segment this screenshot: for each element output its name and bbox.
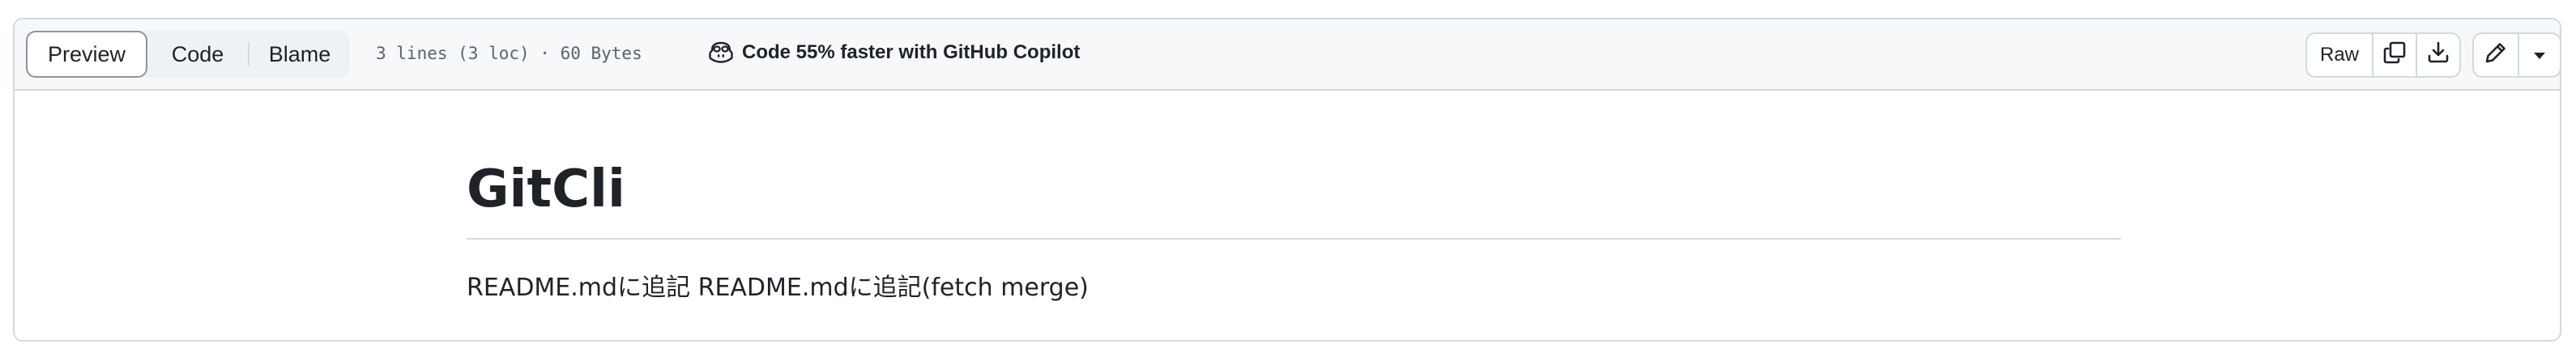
edit-file-button[interactable] [2474,34,2518,76]
raw-button[interactable]: Raw [2307,34,2372,76]
readme-paragraph: README.mdに追記 README.mdに追記(fetch merge) [467,274,1089,302]
file-actions-group: Raw [2305,32,2461,78]
tab-preview-label: Preview [47,41,126,66]
edit-actions-group [2472,32,2560,78]
tab-preview[interactable]: Preview [26,31,147,78]
tab-blame[interactable]: Blame [249,31,350,78]
file-header: Preview Code Blame 3 lines (3 loc) · 60 … [15,19,2560,91]
copilot-promo-link[interactable]: Code 55% faster with GitHub Copilot [708,40,1080,65]
view-mode-switcher: Preview Code Blame [26,31,350,78]
title-divider [467,238,2121,240]
download-icon [2426,40,2450,70]
copy-raw-button[interactable] [2372,34,2416,76]
edit-options-dropdown[interactable] [2518,34,2560,76]
copy-icon [2382,40,2407,70]
triangle-down-icon [2532,44,2547,66]
tab-code-label: Code [171,41,224,66]
pencil-icon [2484,40,2508,70]
readme-title: GitCli [467,159,625,219]
file-viewer: Preview Code Blame 3 lines (3 loc) · 60 … [13,18,2561,342]
tab-code[interactable]: Code [147,31,248,78]
copilot-icon [708,40,734,65]
file-info: 3 lines (3 loc) · 60 Bytes [376,44,642,63]
download-button[interactable] [2416,34,2459,76]
tab-blame-label: Blame [268,41,331,66]
copilot-promo-text: Code 55% faster with GitHub Copilot [742,41,1081,63]
raw-button-label: Raw [2319,44,2359,66]
